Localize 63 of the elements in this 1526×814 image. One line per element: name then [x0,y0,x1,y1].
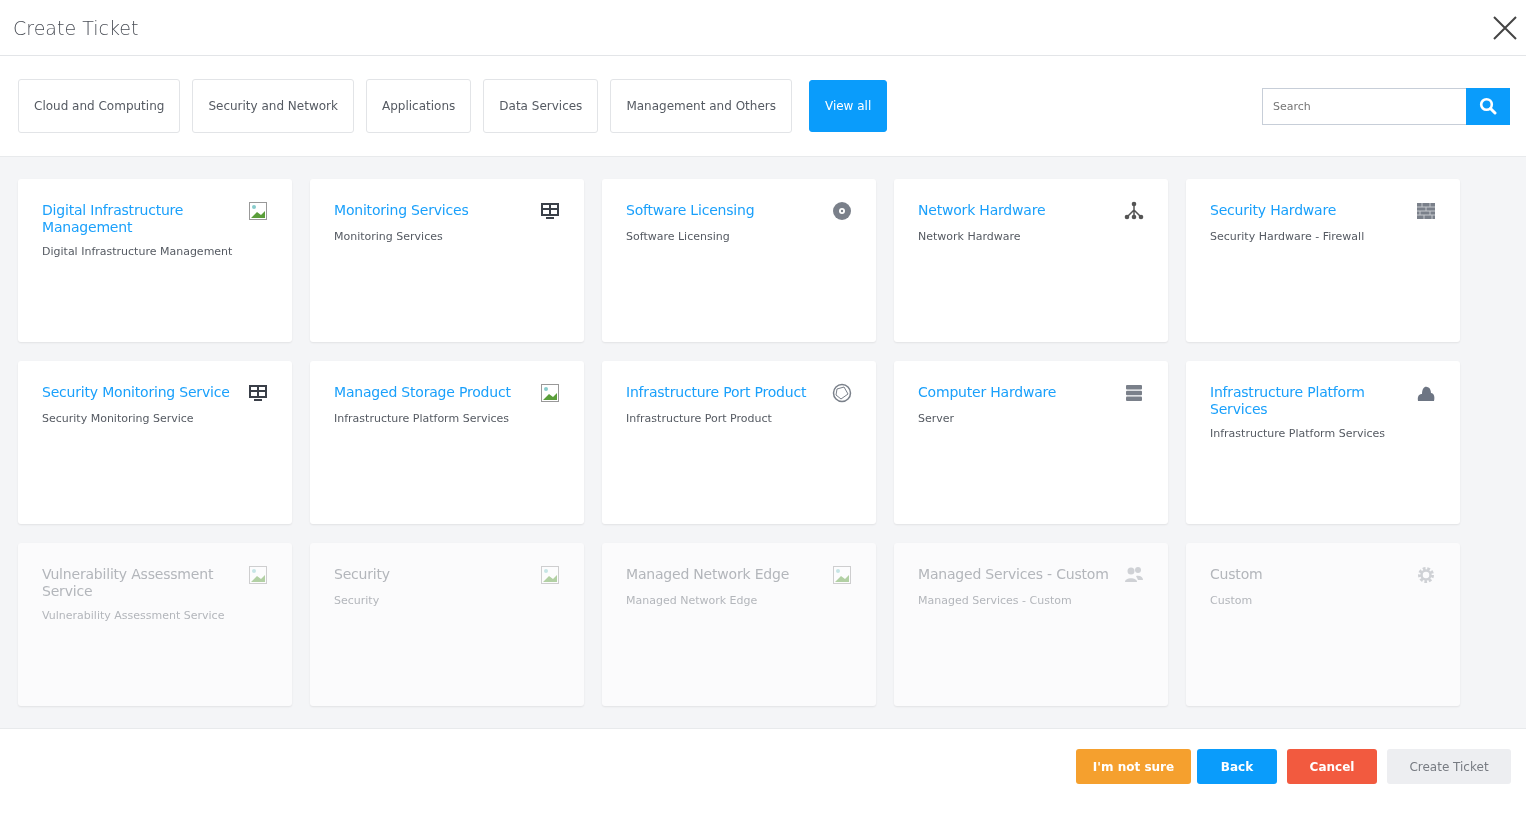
brick-wall-icon [1416,201,1436,221]
image-icon [540,565,560,585]
service-card[interactable]: Digital Infrastructure Management Digital Infrastructure Management [18,179,292,342]
card-title: Custom [1210,566,1263,583]
card-description: Managed Network Edge [626,594,759,607]
card-title: Security [334,566,390,583]
card-description: Security [334,594,381,607]
card-title: Managed Storage Product [334,384,511,401]
image-icon [832,565,852,585]
card-description: Digital Infrastructure Management [42,245,234,258]
monitor-icon [540,201,560,221]
people-icon [1124,565,1144,585]
search-field[interactable]: Search [1262,87,1466,125]
card-description: Vulnerability Assessment Service [42,609,226,622]
category-tab[interactable]: Security and Network [192,79,354,133]
search-icon [1479,97,1497,115]
monitor-icon [248,383,268,403]
card-description: Network Hardware [918,230,1022,243]
card-title: Software Licensing [626,202,755,219]
card-description: Software Licensing [626,230,731,243]
service-card[interactable]: Security Monitoring Service Security Monitoring Service [18,361,292,524]
category-tab[interactable]: Cloud and Computing [18,79,181,133]
image-icon [248,565,268,585]
service-card[interactable]: Network Hardware Network Hardware [894,179,1168,342]
card-description: Custom [1210,594,1254,607]
card-title: Digital Infrastructure Management [42,202,185,236]
card-description: Infrastructure Platform Services [1210,427,1387,440]
service-card[interactable]: Managed Storage Product Infrastructure Platform Services [310,361,584,524]
image-icon [248,201,268,221]
category-tab[interactable]: Management and Others [610,79,792,133]
card-description: Managed Services - Custom [918,594,1073,607]
network-icon [1124,201,1144,221]
category-tab[interactable]: Applications [366,79,472,133]
window-title: Create Ticket [13,16,139,39]
image-icon [540,383,560,403]
service-card[interactable]: Software Licensing Software Licensing [602,179,876,342]
service-card[interactable]: Monitoring Services Monitoring Services [310,179,584,342]
service-card[interactable]: Computer Hardware Server [894,361,1168,524]
card-title: Infrastructure Port Product [626,384,807,401]
card-title: Managed Network Edge [626,566,790,583]
close-icon[interactable] [1493,15,1517,40]
card-title: Vulnerability Assessment Service [42,566,215,600]
category-tab[interactable]: Data Services [483,79,599,133]
card-description: Infrastructure Port Product [626,412,773,425]
card-title: Network Hardware [918,202,1046,219]
card-title: Managed Services - Custom [918,566,1109,583]
card-title: Security Monitoring Service [42,384,230,401]
card-description: Security Hardware - Firewall [1210,230,1366,243]
service-card[interactable]: Infrastructure Port Product Infrastructure Port Product [602,361,876,524]
card-title: Infrastructure Platform Services [1210,384,1366,418]
card-title: Computer Hardware [918,384,1057,401]
service-card[interactable]: Infrastructure Platform Services Infrastructure Platform Services [1186,361,1460,524]
settings-icon [1416,565,1436,585]
card-title: Security Hardware [1210,202,1337,219]
server-icon [1124,383,1144,403]
card-description: Server [918,412,956,425]
disc-icon [832,201,852,221]
card-description: Monitoring Services [334,230,444,243]
search-button[interactable] [1466,87,1510,125]
service-card[interactable]: Security Hardware Security Hardware - Firewall [1186,179,1460,342]
card-description: Security Monitoring Service [42,412,195,425]
card-title: Monitoring Services [334,202,469,219]
card-description: Infrastructure Platform Services [334,412,511,425]
